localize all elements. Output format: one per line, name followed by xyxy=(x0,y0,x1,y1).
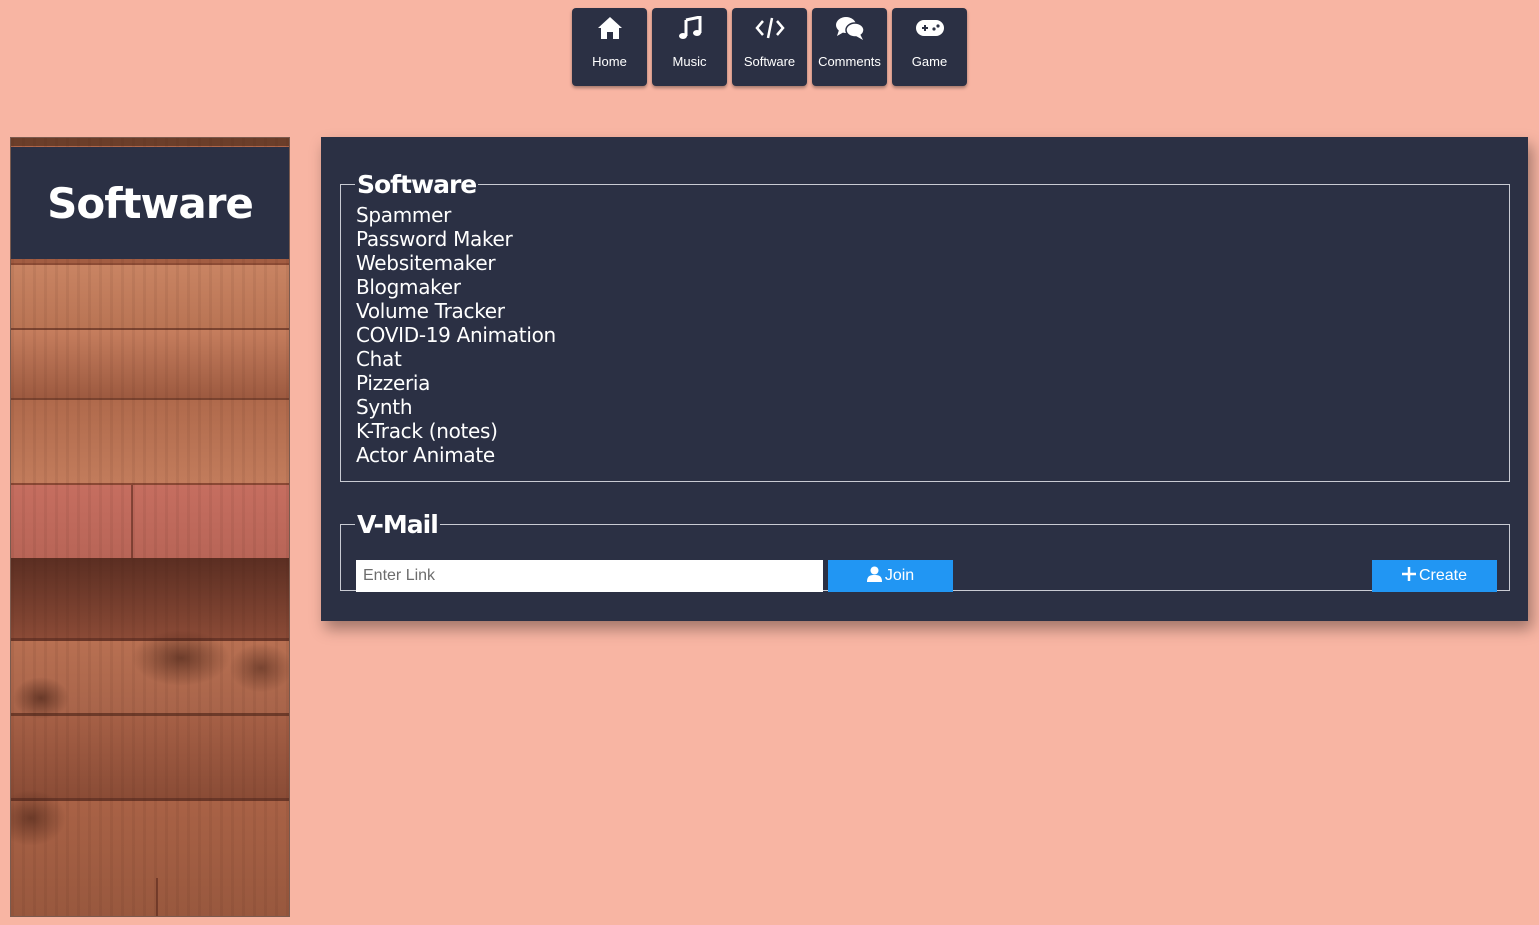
code-icon xyxy=(754,13,785,43)
nav-game-button[interactable]: Game xyxy=(892,8,967,86)
software-item-websitemaker[interactable]: Websitemaker xyxy=(356,251,1509,275)
software-item-pizzeria[interactable]: Pizzeria xyxy=(356,371,1509,395)
top-nav: Home Music Software Comments Game xyxy=(572,8,967,86)
software-item-spammer[interactable]: Spammer xyxy=(356,203,1509,227)
wood-seam xyxy=(131,485,133,558)
software-item-volume-tracker[interactable]: Volume Tracker xyxy=(356,299,1509,323)
create-label: Create xyxy=(1418,567,1468,584)
nav-comments-button[interactable]: Comments xyxy=(812,8,887,86)
vmail-fieldset: V-Mail Join Create xyxy=(340,510,1510,592)
nav-comments-label: Comments xyxy=(818,54,881,69)
software-item-actor-animate[interactable]: Actor Animate xyxy=(356,443,1509,467)
nav-software-label: Software xyxy=(743,54,796,69)
plus-icon xyxy=(1401,566,1416,586)
link-input[interactable] xyxy=(356,560,823,592)
create-button[interactable]: Create xyxy=(1372,560,1497,592)
vmail-legend: V-Mail xyxy=(357,510,439,539)
software-fieldset: Software Spammer Password Maker Websitem… xyxy=(340,170,1510,482)
user-icon xyxy=(866,566,882,587)
software-item-covid-animation[interactable]: COVID-19 Animation xyxy=(356,323,1509,347)
nav-home-button[interactable]: Home xyxy=(572,8,647,86)
nav-music-label: Music xyxy=(672,54,707,69)
nav-home-label: Home xyxy=(592,54,627,69)
software-item-password-maker[interactable]: Password Maker xyxy=(356,227,1509,251)
home-icon xyxy=(597,13,623,43)
join-label: Join xyxy=(884,567,915,584)
main-panel: Software Spammer Password Maker Websitem… xyxy=(321,137,1528,621)
software-item-chat[interactable]: Chat xyxy=(356,347,1509,371)
nav-software-button[interactable]: Software xyxy=(732,8,807,86)
sidebar-wood-banner: Software xyxy=(10,137,290,917)
software-list: Spammer Password Maker Websitemaker Blog… xyxy=(341,203,1509,467)
page-title: Software xyxy=(47,178,254,228)
nav-game-label: Game xyxy=(911,54,948,69)
wood-seam xyxy=(156,878,158,916)
software-item-blogmaker[interactable]: Blogmaker xyxy=(356,275,1509,299)
music-note-icon xyxy=(678,13,702,43)
comments-icon xyxy=(835,13,865,43)
nav-music-button[interactable]: Music xyxy=(652,8,727,86)
sidebar-header: Software xyxy=(11,147,289,259)
software-item-k-track[interactable]: K-Track (notes) xyxy=(356,419,1509,443)
join-button[interactable]: Join xyxy=(828,560,953,592)
gamepad-icon xyxy=(915,13,945,43)
software-item-synth[interactable]: Synth xyxy=(356,395,1509,419)
software-legend: Software xyxy=(357,170,477,199)
